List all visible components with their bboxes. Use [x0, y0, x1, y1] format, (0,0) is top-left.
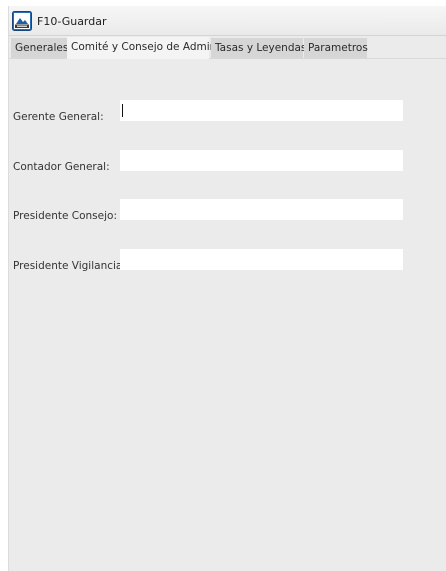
presidente-vigilancia-label: Presidente Vigilancia:: [13, 260, 126, 272]
tab-generales[interactable]: Generales: [11, 38, 68, 58]
tab-comite-consejo[interactable]: Comité y Consejo de Admin.: [67, 37, 220, 59]
save-button-label: F10-Guardar: [37, 14, 107, 28]
contador-general-label: Contador General:: [13, 161, 110, 173]
presidente-consejo-input[interactable]: [120, 199, 403, 220]
tab-parametros[interactable]: Parametros: [304, 38, 368, 58]
gerente-general-input[interactable]: [120, 100, 403, 121]
gerente-general-label: Gerente General:: [13, 111, 104, 123]
tab-bar: Generales Comité y Consejo de Admin. Tas…: [9, 37, 446, 59]
save-printer-icon: [12, 11, 32, 31]
save-button[interactable]: F10-Guardar: [12, 10, 107, 32]
app-window: F10-Guardar Generales Comité y Consejo d…: [8, 6, 446, 571]
presidente-consejo-label: Presidente Consejo:: [13, 210, 117, 222]
toolbar: F10-Guardar: [9, 6, 446, 36]
text-caret: [122, 104, 123, 117]
tab-tasas-leyendas[interactable]: Tasas y Leyendas: [211, 38, 306, 58]
contador-general-input[interactable]: [120, 150, 403, 171]
presidente-vigilancia-input[interactable]: [120, 249, 403, 270]
tab-panel-comite: Gerente General: Contador General: Presi…: [9, 59, 446, 571]
